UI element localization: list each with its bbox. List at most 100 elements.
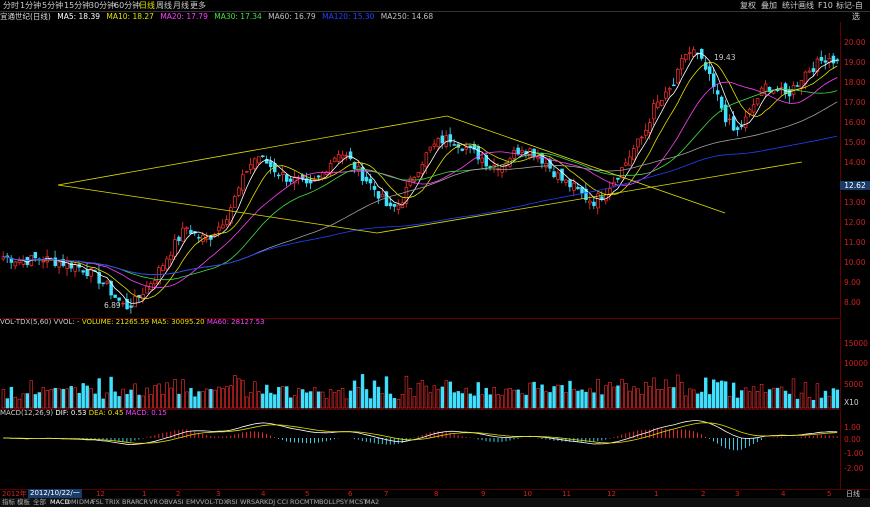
candle bbox=[715, 90, 720, 95]
candle bbox=[560, 168, 564, 181]
candle bbox=[731, 116, 736, 131]
volume-bar bbox=[77, 392, 81, 409]
tab-kdj[interactable]: KDJ bbox=[264, 498, 275, 507]
candle bbox=[288, 178, 293, 182]
volume-bar bbox=[312, 387, 317, 409]
volume-bar bbox=[404, 375, 409, 409]
volume-bar bbox=[763, 392, 768, 409]
volume-bar bbox=[604, 385, 608, 409]
tab-fsl[interactable]: FSL bbox=[92, 498, 103, 507]
candle bbox=[73, 264, 77, 272]
tab-dmi[interactable]: DMI bbox=[66, 498, 79, 507]
candle bbox=[372, 186, 377, 190]
volume-bar bbox=[596, 378, 600, 409]
volume-bar bbox=[632, 386, 636, 409]
volume-bar bbox=[277, 387, 281, 409]
volume-unit: X10 bbox=[844, 398, 859, 407]
candle bbox=[739, 125, 744, 128]
tab-cr[interactable]: CR bbox=[139, 498, 148, 507]
candle bbox=[113, 294, 117, 298]
candle bbox=[237, 187, 241, 196]
tab-trix[interactable]: TRIX bbox=[105, 498, 120, 507]
tab-roc[interactable]: ROC bbox=[290, 498, 304, 507]
volume-bar bbox=[444, 380, 449, 409]
volume-bar bbox=[189, 388, 193, 409]
volume-bar bbox=[496, 394, 500, 409]
candle bbox=[316, 175, 321, 178]
volume-bar bbox=[664, 379, 668, 409]
candle bbox=[464, 147, 469, 150]
volume-bar bbox=[261, 393, 265, 409]
volume-bar bbox=[237, 378, 241, 409]
volume-bar bbox=[308, 391, 313, 409]
candle bbox=[233, 196, 237, 208]
cursor-date-label: 2012/10/22/一 bbox=[28, 489, 82, 498]
candle bbox=[676, 68, 680, 84]
volume-bar bbox=[791, 378, 796, 409]
candle bbox=[588, 200, 592, 204]
ma-line bbox=[3, 135, 838, 276]
volume-bar bbox=[508, 388, 512, 409]
volume-bar bbox=[412, 396, 417, 409]
volume-bar bbox=[265, 384, 269, 409]
candle bbox=[636, 138, 640, 148]
volume-bar bbox=[568, 380, 572, 409]
candle bbox=[165, 258, 169, 270]
all-tab[interactable]: 全部 bbox=[33, 498, 46, 507]
volume-bar bbox=[376, 386, 381, 409]
candle bbox=[249, 164, 253, 170]
candle bbox=[121, 302, 125, 305]
volume-bar bbox=[400, 394, 405, 409]
tab-wr[interactable]: WR bbox=[240, 498, 251, 507]
tab-boll[interactable]: BOLL bbox=[319, 498, 336, 507]
indicator-tabs: 指标 模板 全部 MACD DMI DMA FSL TRIX BRAR CR V… bbox=[0, 498, 870, 507]
volume-bar bbox=[452, 392, 457, 409]
template-tab[interactable]: 模板 bbox=[17, 498, 30, 507]
volume-bar bbox=[831, 388, 836, 409]
volume-bar bbox=[660, 389, 664, 409]
volume-bar bbox=[49, 389, 53, 409]
volume-bar bbox=[456, 391, 461, 409]
volume-tick: 15000 bbox=[844, 339, 868, 348]
tab-ma2[interactable]: MA2 bbox=[365, 498, 379, 507]
price-tick: 13.00 bbox=[844, 198, 866, 207]
tab-brar[interactable]: BRAR bbox=[122, 498, 140, 507]
price-tick: 18.00 bbox=[844, 78, 866, 87]
candle bbox=[177, 236, 181, 242]
volume-bar bbox=[564, 392, 568, 409]
tab-obv[interactable]: OBV bbox=[159, 498, 173, 507]
volume-bar bbox=[472, 395, 476, 409]
tab-cci[interactable]: CCI bbox=[277, 498, 288, 507]
candle bbox=[684, 54, 688, 61]
tab-vr[interactable]: VR bbox=[149, 498, 158, 507]
volume-bar bbox=[775, 387, 780, 409]
price-axis: 20.00 19.00 18.00 17.00 16.00 15.00 14.0… bbox=[840, 22, 870, 318]
candle bbox=[261, 155, 265, 157]
dif-value: DIF: 0.53 bbox=[55, 409, 87, 417]
tab-psy[interactable]: PSY bbox=[336, 498, 348, 507]
candle bbox=[727, 118, 732, 121]
candle bbox=[692, 49, 696, 57]
indicator-tab[interactable]: 指标 bbox=[2, 498, 15, 507]
tab-rsi[interactable]: RSI bbox=[227, 498, 238, 507]
volume-bar bbox=[624, 383, 628, 409]
volume-bar bbox=[436, 388, 441, 409]
candle bbox=[664, 91, 668, 99]
tab-emv[interactable]: EMV bbox=[186, 498, 200, 507]
tab-vol-tdx[interactable]: VOL-TDX bbox=[200, 498, 228, 507]
volume-bar bbox=[380, 393, 385, 409]
tab-asi[interactable]: ASI bbox=[173, 498, 184, 507]
volume-bar bbox=[81, 383, 85, 409]
candle bbox=[648, 122, 652, 133]
volume-bar bbox=[548, 392, 552, 409]
candle bbox=[320, 171, 325, 179]
tab-sar[interactable]: SAR bbox=[251, 498, 264, 507]
dea-value: DEA: 0.45 bbox=[88, 409, 124, 417]
volume-bar bbox=[296, 388, 301, 409]
volume-bar bbox=[560, 385, 564, 409]
candle bbox=[819, 56, 824, 61]
tab-mtm[interactable]: MTM bbox=[304, 498, 319, 507]
volume-bar bbox=[448, 381, 453, 409]
trend-line bbox=[57, 184, 378, 234]
volume-bar bbox=[544, 391, 548, 409]
